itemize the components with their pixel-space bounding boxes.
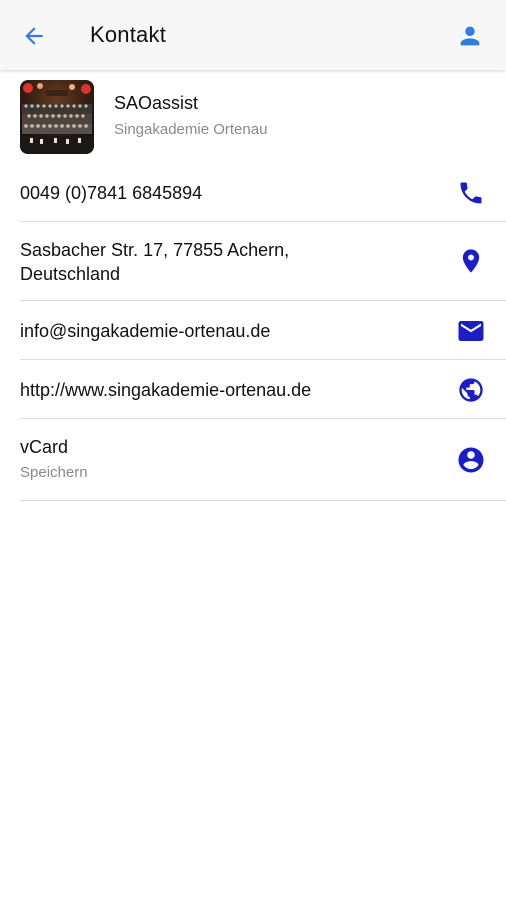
website-row[interactable]: http://www.singakademie-ortenau.de (0, 360, 506, 419)
person-icon (456, 22, 484, 50)
app-header: Kontakt (0, 0, 506, 70)
phone-icon[interactable] (456, 178, 486, 208)
organization-subtitle: Singakademie Ortenau (114, 121, 268, 138)
address-line-1: Sasbacher Str. 17, 77855 Achern, (20, 240, 290, 260)
choir-photo (20, 80, 94, 154)
phone-row[interactable]: 0049 (0)7841 6845894 (0, 162, 506, 222)
contact-screen: Kontakt SAOassist Singakademie Ortenau 0… (0, 0, 506, 900)
vcard-row[interactable]: vCard Speichern (0, 419, 506, 501)
vcard-label: vCard (20, 437, 69, 457)
back-button[interactable] (18, 20, 50, 52)
email-address: info@singakademie-ortenau.de (20, 321, 271, 341)
envelope-icon[interactable] (456, 316, 486, 346)
location-pin-icon[interactable] (456, 246, 486, 276)
account-circle-icon[interactable] (456, 445, 486, 475)
organization-name: SAOassist (114, 93, 199, 113)
phone-number: 0049 (0)7841 6845894 (20, 183, 203, 203)
address-text: Sasbacher Str. 17, 77855 Achern, Deutsch… (20, 238, 289, 286)
address-line-2: Deutschland (20, 264, 121, 284)
address-row[interactable]: Sasbacher Str. 17, 77855 Achern, Deutsch… (0, 222, 506, 301)
page-title: Kontakt (90, 22, 167, 47)
organization-header: SAOassist Singakademie Ortenau (0, 72, 506, 162)
email-row[interactable]: info@singakademie-ortenau.de (0, 301, 506, 360)
vcard-save-label: Speichern (20, 464, 88, 481)
globe-icon[interactable] (456, 375, 486, 405)
website-url: http://www.singakademie-ortenau.de (20, 380, 312, 400)
arrow-left-icon (21, 23, 47, 49)
divider (20, 500, 506, 501)
profile-button[interactable] (454, 20, 486, 52)
